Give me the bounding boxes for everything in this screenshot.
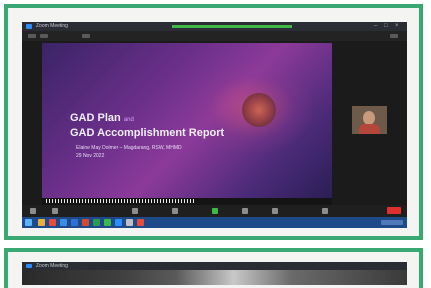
apps-icon[interactable] xyxy=(322,208,328,214)
minimize-icon[interactable]: – xyxy=(374,23,380,29)
slide-title-line2: GAD Accomplishment Report xyxy=(70,127,225,139)
screen-share-indicator[interactable] xyxy=(172,25,292,28)
app-icon[interactable] xyxy=(104,219,111,226)
shared-presentation-slide: GAD Plan and GAD Accomplishment Report E… xyxy=(42,43,332,198)
share-options-icon[interactable] xyxy=(82,34,90,38)
powerpoint-icon[interactable] xyxy=(82,219,89,226)
window-titlebar-2: Zoom Meeting xyxy=(22,262,407,270)
participant-video-thumbnail[interactable] xyxy=(352,106,387,134)
participant-face xyxy=(363,111,375,125)
end-meeting-button[interactable] xyxy=(387,207,401,214)
window-titlebar: Zoom Meeting – □ × xyxy=(22,22,407,31)
slide-title-and: and xyxy=(123,117,134,123)
word-icon[interactable] xyxy=(71,219,78,226)
record-icon[interactable] xyxy=(242,208,248,214)
audio-waveform-strip xyxy=(42,198,332,205)
shared-screen-cropped xyxy=(22,270,407,285)
system-tray[interactable] xyxy=(381,220,403,225)
folder-icon[interactable] xyxy=(126,219,133,226)
windows-start-icon[interactable] xyxy=(25,219,32,226)
share-screen-icon[interactable] xyxy=(212,208,218,214)
chat-icon[interactable] xyxy=(172,208,178,214)
participant-shirt xyxy=(359,124,380,134)
waveform-graphic xyxy=(46,199,196,203)
meeting-top-toolbar xyxy=(22,31,407,41)
zoom-app-icon xyxy=(26,264,32,268)
participants-icon[interactable] xyxy=(132,208,138,214)
window-title-2: Zoom Meeting xyxy=(36,263,68,269)
slide-date: 29 Nov 2022 xyxy=(76,153,105,159)
media-icon[interactable] xyxy=(137,219,144,226)
view-options-icon[interactable] xyxy=(40,34,48,38)
file-explorer-icon[interactable] xyxy=(38,219,45,226)
edge-icon[interactable] xyxy=(60,219,67,226)
close-icon[interactable]: × xyxy=(395,23,401,29)
zoom-meeting-window: Zoom Meeting – □ × GAD Plan and GAD Acco… xyxy=(22,22,407,228)
slide-presenter: Elaine May Dolmer – Magdarang, RSW, MHMD xyxy=(76,145,182,151)
window-title: Zoom Meeting xyxy=(36,23,68,29)
zoom-app-icon xyxy=(26,24,32,29)
security-icon[interactable] xyxy=(28,34,36,38)
reactions-icon[interactable] xyxy=(272,208,278,214)
chrome-icon[interactable] xyxy=(49,219,56,226)
windows-taskbar xyxy=(22,217,407,228)
slide-emblem-graphic xyxy=(242,93,276,127)
meeting-controls-bar xyxy=(22,205,407,217)
zoom-taskbar-icon[interactable] xyxy=(115,219,122,226)
video-icon[interactable] xyxy=(52,208,58,214)
zoom-meeting-window-2: Zoom Meeting xyxy=(22,262,407,285)
maximize-icon[interactable]: □ xyxy=(384,23,390,29)
fullscreen-icon[interactable] xyxy=(390,34,398,38)
mute-icon[interactable] xyxy=(30,208,36,214)
slide-title-line1: GAD Plan and xyxy=(70,112,134,124)
excel-icon[interactable] xyxy=(93,219,100,226)
slide-title-gad-plan: GAD Plan xyxy=(70,112,121,124)
